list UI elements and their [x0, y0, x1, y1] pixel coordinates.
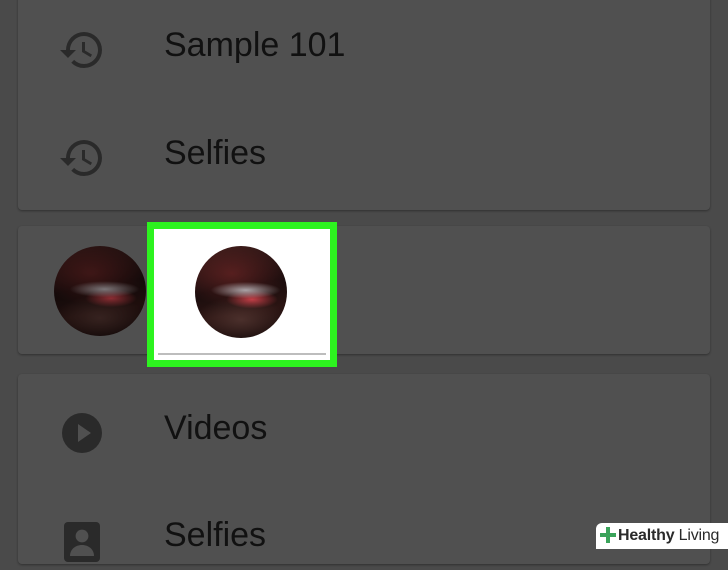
- face-thumbnail-highlighted[interactable]: [195, 246, 287, 338]
- play-circle-icon: [62, 413, 102, 453]
- healthy-living-watermark: Healthy Living: [596, 523, 728, 549]
- recent-searches-card: Sample 101 Selfies: [18, 0, 710, 210]
- cross-logo-icon: [600, 527, 616, 543]
- history-icon: [60, 32, 102, 69]
- recent-search-item[interactable]: Selfies: [18, 118, 710, 188]
- highlighted-face-callout[interactable]: [147, 222, 337, 367]
- history-icon: [60, 140, 102, 177]
- recent-search-label: Sample 101: [164, 26, 346, 64]
- person-portrait-icon: [64, 522, 100, 562]
- people-card: [18, 226, 710, 354]
- category-item-videos[interactable]: Videos: [18, 393, 710, 463]
- watermark-brand-regular: Living: [674, 527, 720, 544]
- category-label: Selfies: [164, 516, 267, 554]
- category-label: Videos: [164, 409, 268, 447]
- selection-underline: [158, 353, 326, 355]
- watermark-text: Healthy Living: [618, 527, 719, 545]
- face-thumbnail[interactable]: [54, 246, 146, 336]
- watermark-brand-bold: Healthy: [618, 527, 675, 544]
- recent-search-item[interactable]: Sample 101: [18, 10, 710, 80]
- recent-search-label: Selfies: [164, 134, 267, 172]
